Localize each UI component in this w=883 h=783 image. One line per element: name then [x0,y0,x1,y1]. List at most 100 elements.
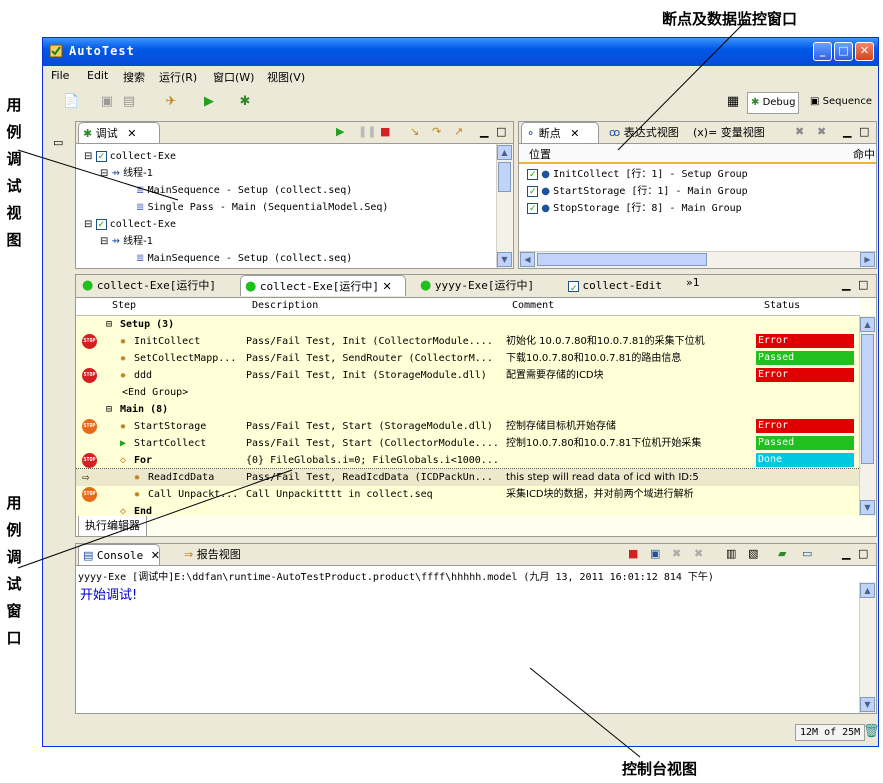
collapse-icon[interactable]: ⊟ [84,151,92,162]
menu-search[interactable]: 搜索 [123,69,145,85]
tab-collect-edit[interactable]: collect-Edit [564,275,662,300]
step-return-icon[interactable]: ↗ [454,126,463,138]
pin-console-icon[interactable]: ▰ [778,548,786,560]
step-row[interactable]: STOP ✹ Call Unpackt... Call Unpackitttt in … [76,486,860,503]
console-scrollbar[interactable]: ▲ ▼ [859,582,876,713]
step-over-icon[interactable]: ↷ [432,126,441,138]
group-row[interactable]: ⊟ Setup (3) [76,316,860,333]
column-description[interactable]: Description [252,300,318,311]
save-all-icon[interactable]: ▤ [121,94,137,110]
maximize-view-icon[interactable]: □ [858,279,868,291]
group-row[interactable]: ⊟ Main (8) [76,401,860,418]
collapse-icon[interactable]: ⊟ [84,219,92,230]
stop-breakpoint-icon[interactable]: STOP [82,453,97,468]
maximize-button[interactable]: □ [834,42,853,61]
save-icon[interactable]: ▣ [99,94,115,110]
collapse-icon[interactable]: ⊟ [106,401,112,418]
terminate-icon[interactable]: ■ [380,126,390,138]
remove-all-icon[interactable]: ✖ [817,126,826,138]
trash-icon[interactable]: 🗑 [863,724,878,739]
tree-node[interactable]: ≣ Single Pass - Main (SequentialModel.Se… [136,199,388,216]
tree-node[interactable]: ⊟ collect-Exe [84,148,176,166]
resume-icon[interactable]: ▶ [336,126,344,138]
tree-node[interactable]: ⊟ ⇸ 线程-1 [100,165,153,182]
scroll-thumb[interactable] [537,253,707,266]
tab-console[interactable]: ▤ Console ✕ [78,544,160,565]
column-location[interactable]: 位置 [529,146,551,162]
display-console-icon[interactable]: ▭ [802,548,812,560]
stop-breakpoint-icon[interactable]: STOP [82,487,97,502]
step-into-icon[interactable]: ↘ [410,126,419,138]
tree-node[interactable]: ≣ MainSequence - Setup (collect.seq) [136,250,352,267]
maximize-view-icon[interactable]: □ [858,548,868,560]
clear-console-icon[interactable]: ▥ [726,548,736,560]
tab-variables[interactable]: (x)= 变量视图 [689,122,765,143]
menu-run[interactable]: 运行(R) [159,69,197,85]
open-perspective-icon[interactable]: ▦ [725,94,741,110]
suspend-icon[interactable]: ❚❚ [358,126,376,138]
editor-scrollbar[interactable]: ▲ ▼ [859,316,876,516]
step-row[interactable]: ▶ StartCollect Pass/Fail Test, Start (Coll… [76,435,860,452]
stop-breakpoint-icon[interactable]: STOP [82,334,97,349]
tab-overflow[interactable]: »1 [686,277,700,289]
scroll-down-button[interactable]: ▼ [860,500,875,515]
column-status[interactable]: Status [764,300,800,311]
tab-breakpoints[interactable]: ⚬ 断点 ✕ [521,122,599,143]
step-row[interactable]: STOP ✹ InitCollect Pass/Fail Test, Init (Co… [76,333,860,350]
maximize-view-icon[interactable]: □ [496,126,506,138]
collapse-icon[interactable]: ⊟ [100,236,108,247]
perspective-debug[interactable]: ✱ Debug [747,92,800,114]
menu-view[interactable]: 视图(V) [267,69,305,85]
scroll-thumb[interactable] [861,334,874,464]
scroll-up-button[interactable]: ▲ [860,583,875,598]
tab-collect-exe-1[interactable]: ● collect-Exe[运行中] [78,275,216,296]
breakpoint-item[interactable]: ● InitCollect [行：1] - Setup Group [527,166,748,184]
checkbox[interactable] [527,201,538,218]
tab-collect-exe-2[interactable]: ● collect-Exe[运行中] ✕ [240,275,406,296]
scroll-up-button[interactable]: ▲ [860,317,875,332]
close-icon[interactable]: ✕ [151,549,160,562]
scroll-down-button[interactable]: ▼ [860,697,875,712]
step-row[interactable]: ⇨ ✹ ReadIcdData Pass/Fail Test, ReadIcdData… [76,468,860,487]
minimize-view-icon[interactable]: ▁ [480,126,488,138]
close-icon[interactable]: ✕ [127,127,136,140]
tab-yyyy-exe[interactable]: ● yyyy-Exe[运行中] [416,275,534,296]
scroll-down-button[interactable]: ▼ [497,252,512,267]
tab-report-view[interactable]: ⇒ 报告视图 [180,544,241,565]
scroll-lock-icon[interactable]: ▧ [748,548,758,560]
maximize-view-icon[interactable]: □ [859,126,869,138]
fast-view-icon[interactable]: ▭ [53,136,63,149]
tab-execution-editor[interactable]: 执行编辑器 [78,516,147,536]
close-icon[interactable]: ✕ [570,127,579,140]
run-icon[interactable]: ▶ [201,94,217,110]
checkbox[interactable] [527,184,538,201]
minimize-view-icon[interactable]: ▁ [842,279,850,291]
stop-breakpoint-icon[interactable]: STOP [82,419,97,434]
scroll-thumb[interactable] [498,162,511,192]
remove-all-terminated-icon[interactable]: ✖ [694,548,703,560]
terminate-icon[interactable]: ■ [628,548,638,560]
menu-window[interactable]: 窗口(W) [213,69,254,85]
debug-icon[interactable]: ✱ [237,94,253,110]
debug-scrollbar[interactable]: ▲ ▼ [496,144,513,268]
stop-breakpoint-icon[interactable]: STOP [82,368,97,383]
rocket-icon[interactable]: ✈ [163,94,179,110]
menu-file[interactable]: File [51,69,69,82]
close-icon[interactable]: ✕ [382,280,391,293]
collapse-icon[interactable]: ⊟ [106,316,112,333]
tree-node[interactable]: ≣ MainSequence - Setup (collect.seq) [136,182,352,199]
breakpoint-item[interactable]: ● StartStorage [行：1] - Main Group [527,183,748,201]
tab-debug[interactable]: ✱ 调试 ✕ [78,122,160,143]
checkbox[interactable] [527,167,538,184]
column-step[interactable]: Step [112,300,136,311]
remove-all-icon[interactable]: ✖ [672,548,681,560]
column-comment[interactable]: Comment [512,300,554,311]
minimize-view-icon[interactable]: ▁ [843,126,851,138]
scroll-right-button[interactable]: ▶ [860,252,875,267]
minimize-view-icon[interactable]: ▁ [842,548,850,560]
scroll-up-button[interactable]: ▲ [497,145,512,160]
scroll-left-button[interactable]: ◀ [520,252,535,267]
menu-edit[interactable]: Edit [87,69,108,82]
step-row[interactable]: ◇ End [76,503,860,516]
remove-launch-icon[interactable]: ▣ [650,548,660,560]
